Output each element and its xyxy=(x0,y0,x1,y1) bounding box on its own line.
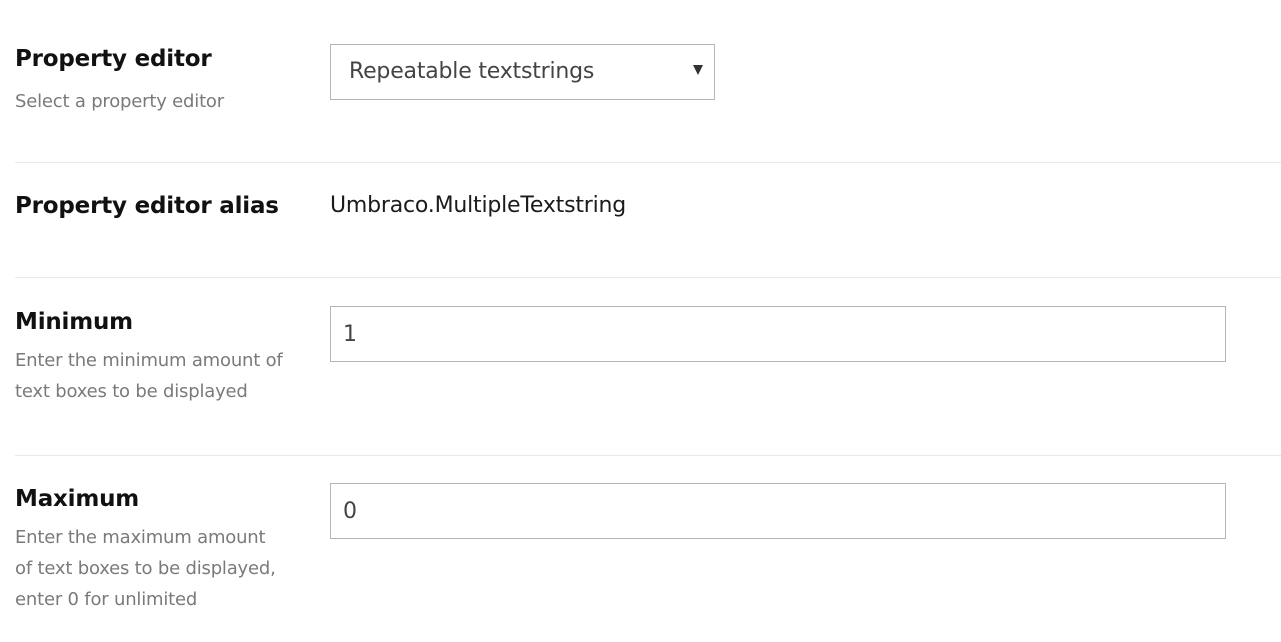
maximum-description: Enter the maximum amount of text boxes t… xyxy=(15,522,315,615)
property-editor-alias-value: Umbraco.MultipleTextstring xyxy=(330,193,627,218)
divider xyxy=(15,277,1281,278)
minimum-description: Enter the minimum amount of text boxes t… xyxy=(15,345,315,407)
maximum-title: Maximum xyxy=(15,486,140,512)
minimum-input[interactable] xyxy=(330,306,1226,362)
minimum-row: Minimum Enter the minimum amount of text… xyxy=(15,306,1281,416)
property-editor-description: Select a property editor xyxy=(15,91,224,112)
minimum-input-wrap xyxy=(330,306,1226,362)
maximum-description-line: enter 0 for unlimited xyxy=(15,589,198,610)
property-editor-alias-title: Property editor alias xyxy=(15,193,279,219)
maximum-input[interactable] xyxy=(330,483,1226,539)
property-editor-row: Property editor Select a property editor… xyxy=(15,44,1281,124)
property-editor-select[interactable]: Repeatable textstrings xyxy=(330,44,715,100)
property-editor-alias-label-group: Property editor alias xyxy=(15,191,315,221)
property-editor-alias-value-wrap: Umbraco.MultipleTextstring xyxy=(330,191,626,221)
maximum-row: Maximum Enter the maximum amount of text… xyxy=(15,483,1281,633)
property-editor-select-wrap: Repeatable textstrings xyxy=(330,44,715,100)
property-editor-selected-value: Repeatable textstrings xyxy=(349,59,595,84)
divider xyxy=(15,162,1281,163)
maximum-description-line: Enter the maximum amount xyxy=(15,527,266,548)
minimum-description-line: text boxes to be displayed xyxy=(15,381,248,402)
divider xyxy=(15,455,1281,456)
caret-down-icon xyxy=(693,65,703,75)
minimum-description-line: Enter the minimum amount of xyxy=(15,350,283,371)
maximum-description-line: of text boxes to be displayed, xyxy=(15,558,276,579)
property-editor-alias-row: Property editor alias Umbraco.MultipleTe… xyxy=(15,191,1281,231)
minimum-title: Minimum xyxy=(15,309,133,335)
maximum-label-group: Maximum Enter the maximum amount of text… xyxy=(15,484,315,615)
property-editor-label-group: Property editor Select a property editor xyxy=(15,44,315,117)
minimum-label-group: Minimum Enter the minimum amount of text… xyxy=(15,307,315,407)
maximum-input-wrap xyxy=(330,483,1226,539)
property-editor-title: Property editor xyxy=(15,46,212,72)
